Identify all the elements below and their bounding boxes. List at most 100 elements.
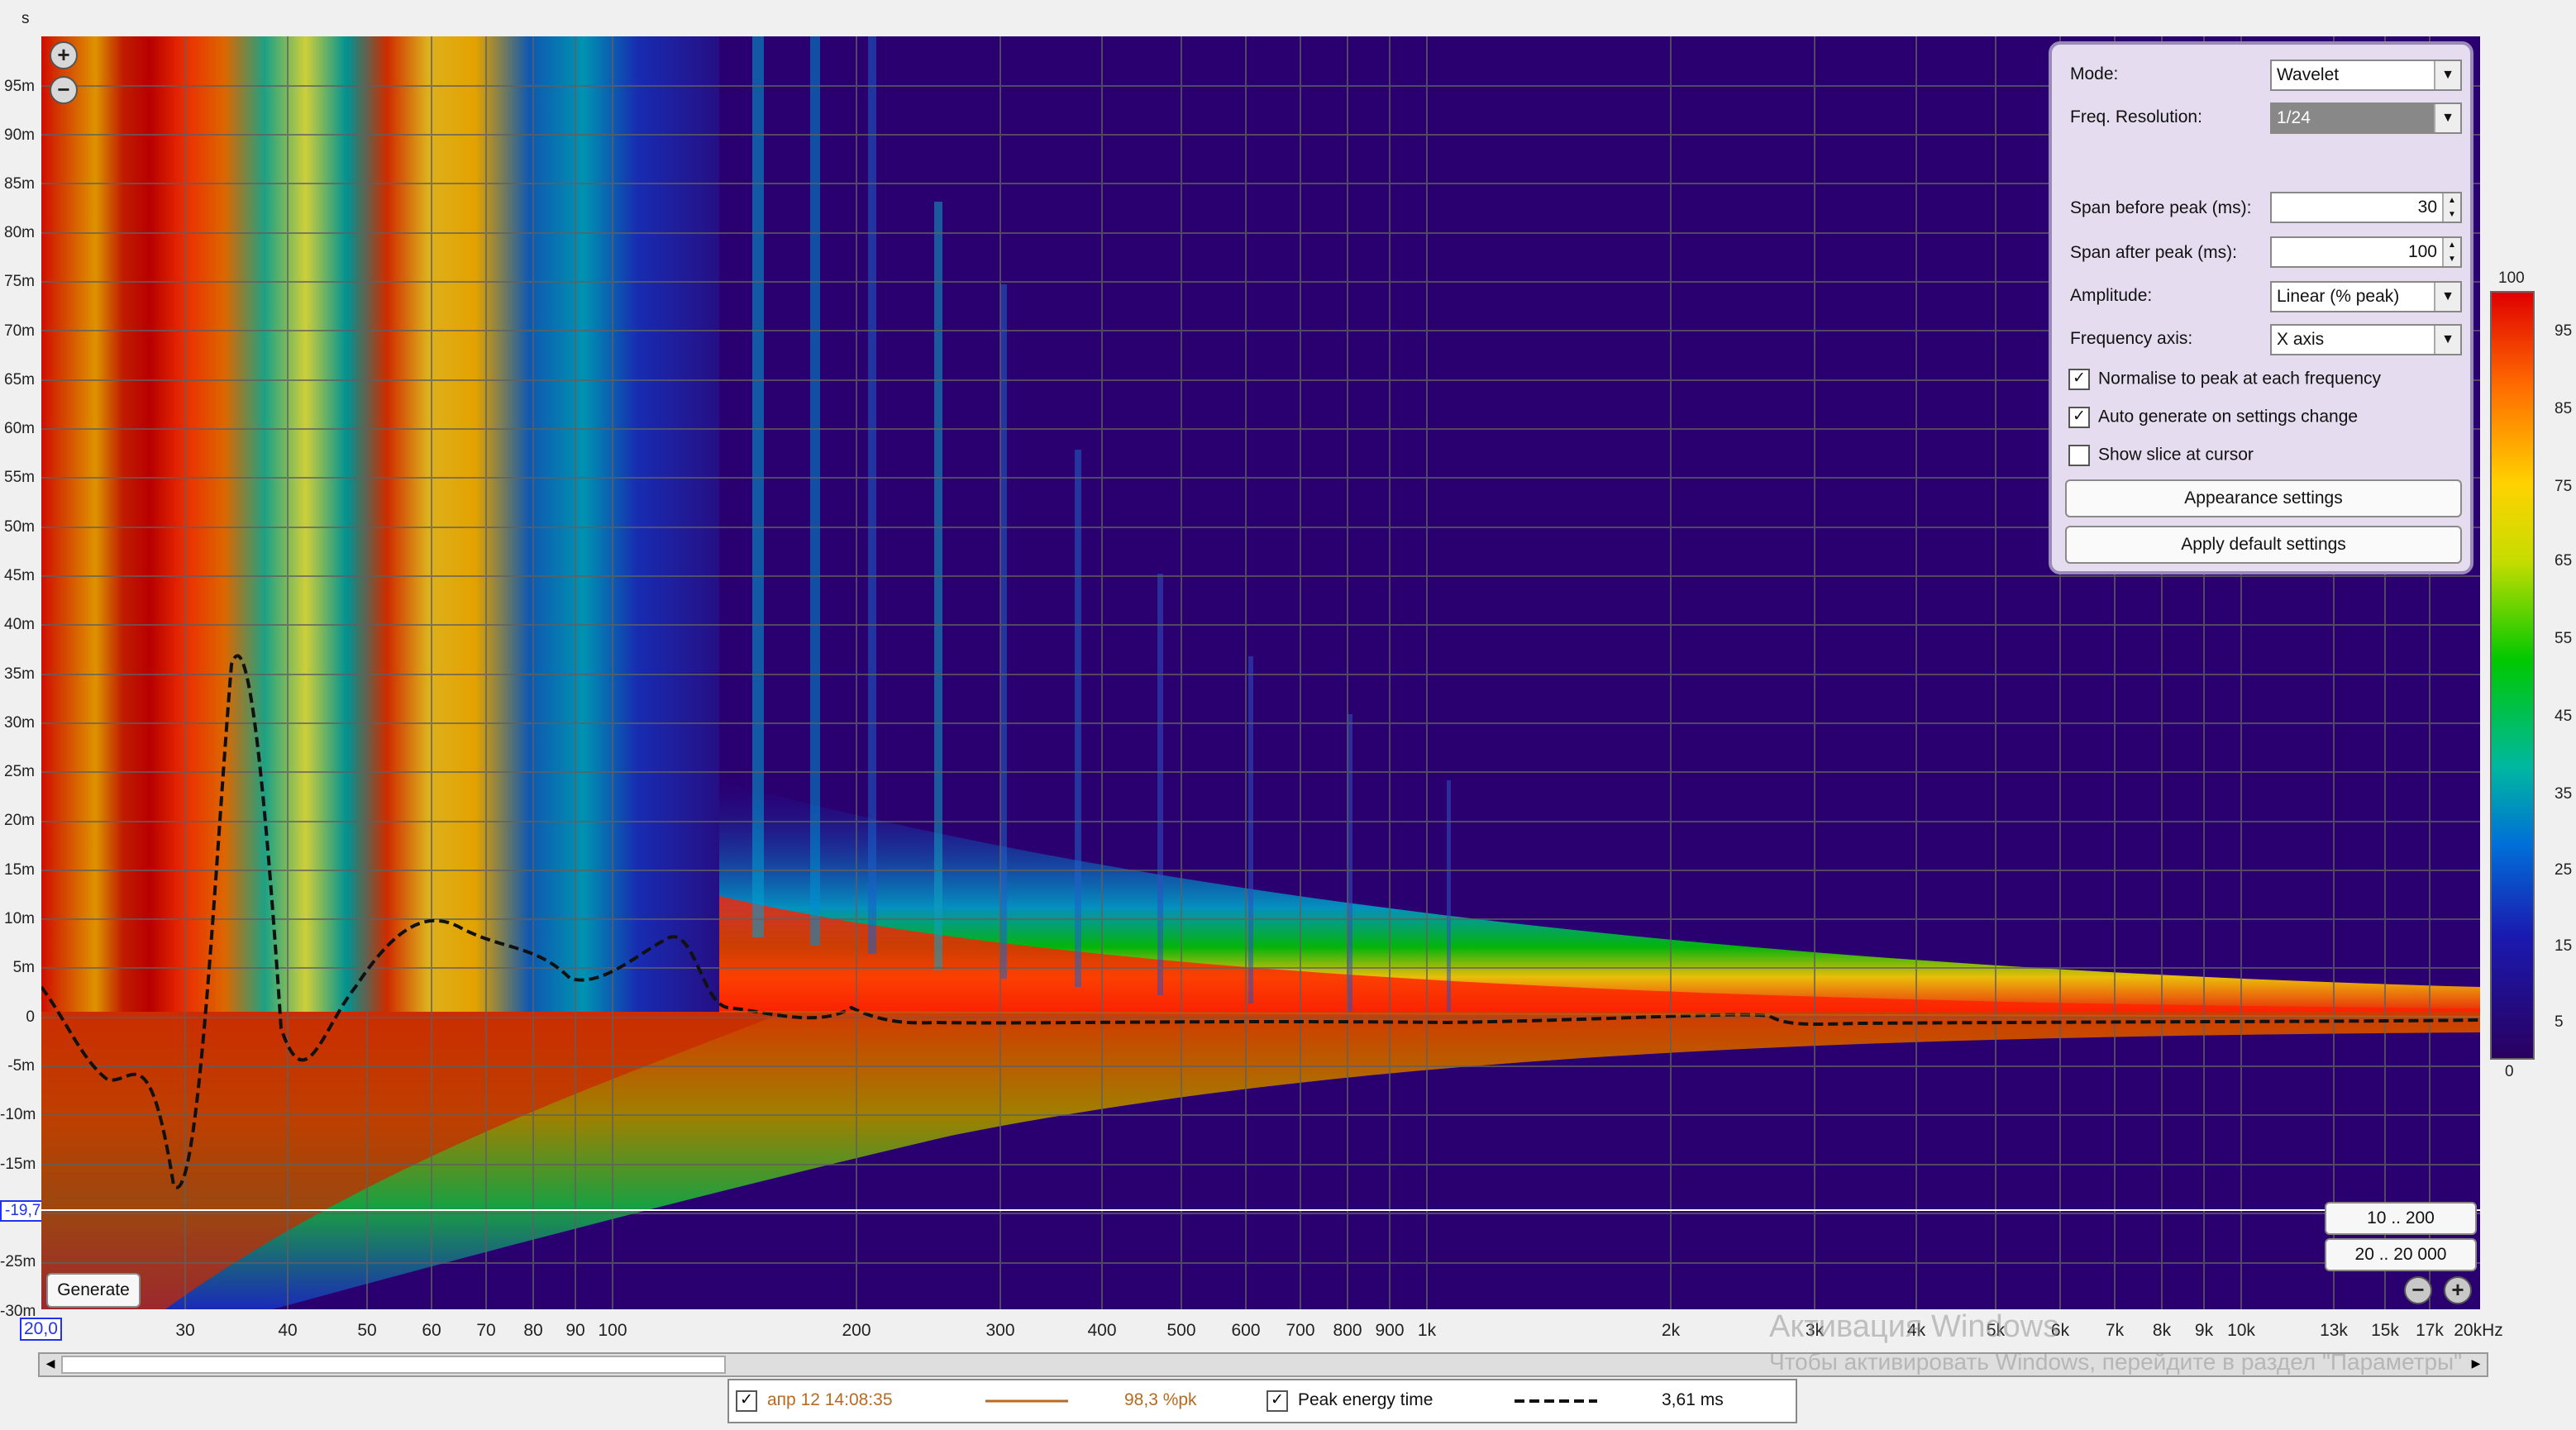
colorscale-tick: 65	[2555, 552, 2573, 570]
spinner-icon[interactable]: ▲ ▼	[2442, 193, 2460, 222]
x-start-readout[interactable]: 20,0	[20, 1318, 62, 1341]
y-tick: -25m	[0, 1253, 36, 1270]
y-tick: 50m	[4, 518, 35, 536]
amplitude-value: Linear (% peak)	[2277, 287, 2400, 306]
trace1-value: 98,3 %pk	[1124, 1390, 1197, 1409]
x-tick: 30	[175, 1321, 195, 1340]
chevron-down-icon: ▼	[2434, 326, 2460, 354]
y-tick: 75m	[4, 273, 35, 290]
spinner-icon[interactable]: ▲ ▼	[2442, 238, 2460, 266]
colorscale-tick: 85	[2555, 400, 2573, 417]
y-axis-unit: s	[21, 10, 30, 27]
slice-checkbox-row[interactable]: Show slice at cursor	[2068, 445, 2254, 466]
x-tick: 300	[985, 1321, 1015, 1340]
x-tick: 8k	[2152, 1321, 2172, 1340]
colorscale-tick: 35	[2555, 785, 2573, 803]
span-after-value: 100	[2407, 242, 2437, 261]
y-tick: 0	[26, 1008, 35, 1026]
frequency-axis-value: X axis	[2277, 330, 2325, 349]
x-tick: 50	[357, 1321, 377, 1340]
amplitude-label: Amplitude:	[2070, 286, 2153, 305]
checkbox-checked-icon[interactable]: ✓	[2068, 369, 2090, 390]
x-tick: 13k	[2320, 1321, 2348, 1340]
mode-label: Mode:	[2070, 64, 2119, 83]
frequency-axis-select[interactable]: X axis ▼	[2270, 324, 2462, 355]
span-after-input[interactable]: 100 ▲ ▼	[2270, 236, 2462, 268]
amplitude-select[interactable]: Linear (% peak) ▼	[2270, 281, 2462, 312]
y-tick: 90m	[4, 126, 35, 144]
colorscale-tick: 5	[2555, 1013, 2564, 1031]
x-tick: 7k	[2105, 1321, 2125, 1340]
x-tick: 40	[278, 1321, 298, 1340]
y-tick: -15m	[0, 1156, 36, 1173]
y-tick: 70m	[4, 322, 35, 340]
scroll-thumb[interactable]	[61, 1356, 726, 1374]
colorscale-tick: 25	[2555, 861, 2573, 879]
y-tick: 20m	[4, 812, 35, 829]
apply-default-settings-button[interactable]: Apply default settings	[2065, 526, 2462, 564]
x-tick: 17k	[2416, 1321, 2444, 1340]
normalise-checkbox-row[interactable]: ✓ Normalise to peak at each frequency	[2068, 369, 2381, 390]
x-tick: 20kHz	[2454, 1321, 2503, 1340]
x-tick: 90	[565, 1321, 585, 1340]
color-scale-bar	[2490, 291, 2535, 1060]
x-tick: 400	[1087, 1321, 1117, 1340]
y-tick: 65m	[4, 371, 35, 388]
checkbox-checked-icon[interactable]: ✓	[2068, 407, 2090, 428]
y-tick: -10m	[0, 1106, 36, 1123]
normalise-label: Normalise to peak at each frequency	[2098, 369, 2382, 388]
span-before-input[interactable]: 30 ▲ ▼	[2270, 192, 2462, 223]
colorscale-tick: 55	[2555, 630, 2573, 647]
span-before-value: 30	[2417, 198, 2437, 217]
slice-label: Show slice at cursor	[2098, 445, 2254, 465]
x-tick: 100	[598, 1321, 627, 1340]
freq-resolution-value: 1/24	[2277, 108, 2311, 127]
trace1-name: апр 12 14:08:35	[767, 1390, 893, 1409]
range-10-200-button[interactable]: 10 .. 200	[2325, 1202, 2477, 1235]
y-tick: 85m	[4, 175, 35, 193]
range-20-20000-button[interactable]: 20 .. 20 000	[2325, 1238, 2477, 1271]
colorscale-tick: 95	[2555, 322, 2573, 340]
colorscale-tick: 45	[2555, 708, 2573, 725]
appearance-settings-button[interactable]: Appearance settings	[2065, 479, 2462, 517]
settings-panel: Mode: Wavelet ▼ Freq. Resolution: 1/24 ▼…	[2049, 41, 2473, 574]
legend-bar: ✓ апр 12 14:08:35 98,3 %pk ✓ Peak energy…	[727, 1379, 1797, 1423]
x-tick: 700	[1286, 1321, 1315, 1340]
x-tick: 70	[476, 1321, 496, 1340]
frequency-axis-label: Frequency axis:	[2070, 329, 2193, 348]
windows-activation-hint: Чтобы активировать Windows, перейдите в …	[1769, 1349, 2463, 1375]
x-tick: 60	[422, 1321, 441, 1340]
windows-activation-watermark: Активация Windows	[1769, 1309, 2059, 1344]
zoom-in-icon[interactable]: +	[50, 41, 78, 69]
zoom-out-icon[interactable]: −	[2404, 1276, 2432, 1304]
y-tick: 35m	[4, 665, 35, 683]
colorscale-bottom-label: 0	[2505, 1063, 2514, 1080]
x-tick: 80	[523, 1321, 543, 1340]
mode-select[interactable]: Wavelet ▼	[2270, 60, 2462, 91]
y-tick: 25m	[4, 763, 35, 780]
x-tick: 200	[842, 1321, 871, 1340]
y-tick: 10m	[4, 910, 35, 927]
zoom-in-icon[interactable]: +	[2444, 1276, 2472, 1304]
trace2-value: 3,61 ms	[1662, 1390, 1724, 1409]
checkbox-checked-icon[interactable]: ✓	[1267, 1390, 1288, 1412]
y-tick: 95m	[4, 78, 35, 95]
y-tick: 40m	[4, 616, 35, 633]
y-tick: -5m	[7, 1057, 35, 1075]
generate-button[interactable]: Generate	[46, 1273, 141, 1308]
x-tick: 600	[1231, 1321, 1261, 1340]
zoom-out-icon[interactable]: −	[50, 76, 78, 104]
y-tick: 45m	[4, 567, 35, 584]
scroll-left-icon[interactable]: ◀	[41, 1354, 60, 1372]
autogen-checkbox-row[interactable]: ✓ Auto generate on settings change	[2068, 407, 2358, 428]
autogen-label: Auto generate on settings change	[2098, 407, 2359, 427]
chevron-down-icon: ▼	[2434, 283, 2460, 311]
x-tick: 10k	[2227, 1321, 2255, 1340]
x-tick: 2k	[1661, 1321, 1681, 1340]
x-tick: 9k	[2194, 1321, 2214, 1340]
freq-resolution-select[interactable]: 1/24 ▼	[2270, 102, 2462, 134]
y-tick: 5m	[12, 959, 35, 976]
checkbox-unchecked-icon[interactable]	[2068, 445, 2090, 466]
x-tick: 500	[1166, 1321, 1196, 1340]
checkbox-checked-icon[interactable]: ✓	[736, 1390, 757, 1412]
